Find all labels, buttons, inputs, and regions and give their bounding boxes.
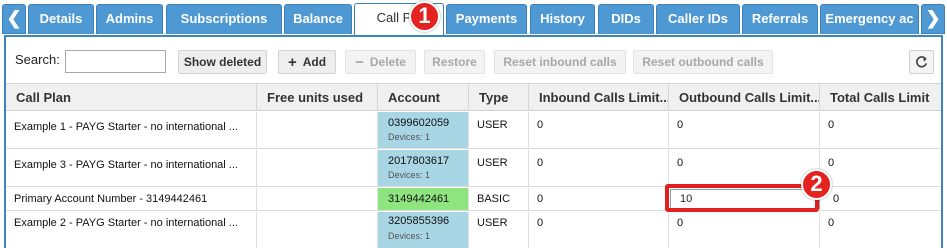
- column-header-free-units-used[interactable]: Free units used: [257, 84, 378, 111]
- outbound-limit-value: 0: [677, 119, 684, 131]
- outbound-limit-value: 0: [677, 157, 684, 169]
- inbound-limit-value: 0: [537, 157, 544, 169]
- tab-referrals[interactable]: Referrals: [742, 4, 818, 34]
- table-row[interactable]: Example 1 - PAYG Starter - no internatio…: [6, 112, 941, 149]
- type-value: USER: [477, 157, 508, 169]
- total-limit-cell[interactable]: 0: [820, 212, 941, 248]
- call-plan-name: Primary Account Number - 3149442461: [14, 193, 208, 205]
- total-limit-cell[interactable]: 0: [820, 188, 941, 210]
- total-limit-value: 0: [828, 119, 835, 131]
- free-units-cell: [257, 112, 378, 148]
- call-plan-cell: Example 1 - PAYG Starter - no internatio…: [6, 112, 257, 148]
- account-cell[interactable]: 3205855396 Devices: 1: [378, 212, 469, 248]
- free-units-cell: [257, 212, 378, 248]
- free-units-cell: [257, 150, 378, 186]
- account-number: 0399602059: [388, 117, 450, 129]
- type-cell: BASIC: [469, 188, 529, 210]
- inbound-limit-cell[interactable]: 0: [529, 112, 669, 148]
- delete-button-label: Delete: [369, 55, 406, 69]
- account-number: 3205855396: [388, 215, 450, 227]
- account-cell[interactable]: 2017803617 Devices: 1: [378, 150, 469, 186]
- inbound-limit-cell[interactable]: 0: [529, 150, 669, 186]
- tab-bar: ❮ Details Admins Subscriptions Balance C…: [0, 0, 947, 36]
- call-plans-grid: Call Plan Free units used Account Type I…: [6, 83, 941, 248]
- tab-scroll-left-icon[interactable]: ❮: [2, 4, 26, 34]
- account-cell[interactable]: 3149442461: [378, 188, 469, 210]
- call-plans-panel: Search: Show deleted + Add − Delete Restor…: [4, 35, 943, 248]
- total-limit-value: 0: [828, 217, 835, 229]
- table-row[interactable]: Example 2 - PAYG Starter - no internatio…: [6, 212, 941, 248]
- account-number: 2017803617: [388, 155, 450, 167]
- grid-header: Call Plan Free units used Account Type I…: [6, 84, 941, 111]
- search-label: Search:: [15, 52, 60, 67]
- delete-button[interactable]: − Delete: [345, 50, 416, 74]
- reset-outbound-calls-button[interactable]: Reset outbound calls: [633, 50, 773, 74]
- show-deleted-button[interactable]: Show deleted: [178, 50, 267, 74]
- callout-badge-2: 2: [801, 169, 832, 200]
- devices-count: Devices: 1: [388, 132, 431, 142]
- call-plan-name: Example 1 - PAYG Starter - no internatio…: [14, 121, 238, 133]
- outbound-limit-cell[interactable]: 0: [669, 112, 820, 148]
- outbound-limit-cell[interactable]: 0: [669, 150, 820, 186]
- tab-admins[interactable]: Admins: [96, 4, 163, 34]
- refresh-icon[interactable]: [909, 50, 934, 74]
- type-value: USER: [477, 119, 508, 131]
- tab-dids[interactable]: DIDs: [598, 4, 654, 34]
- add-button-label: Add: [302, 55, 327, 69]
- inbound-limit-value: 0: [537, 217, 544, 229]
- inbound-limit-cell[interactable]: 0: [529, 212, 669, 248]
- minus-icon: −: [355, 54, 364, 71]
- type-value: BASIC: [477, 193, 511, 205]
- call-plan-cell: Primary Account Number - 3149442461: [6, 188, 257, 210]
- tab-emergency-address[interactable]: Emergency ac: [820, 4, 919, 34]
- devices-count: Devices: 1: [388, 170, 431, 180]
- plus-icon: +: [287, 54, 297, 71]
- tab-balance[interactable]: Balance: [284, 4, 352, 34]
- tab-scroll-right-icon[interactable]: ❯: [921, 4, 945, 34]
- outbound-limit-cell[interactable]: 0: [669, 212, 820, 248]
- column-header-type[interactable]: Type: [469, 84, 529, 111]
- total-limit-value: 0: [833, 193, 840, 205]
- toolbar: Search: Show deleted + Add − Delete Restor…: [6, 45, 941, 74]
- type-cell: USER: [469, 112, 529, 148]
- add-button[interactable]: + Add: [278, 50, 336, 74]
- total-limit-value: 0: [828, 157, 835, 169]
- outbound-limit-value: 0: [677, 217, 684, 229]
- column-header-total-calls-limit[interactable]: Total Calls Limit: [820, 84, 941, 111]
- column-header-call-plan[interactable]: Call Plan: [6, 84, 257, 111]
- total-limit-cell[interactable]: 0: [820, 112, 941, 148]
- inbound-limit-value: 0: [537, 193, 544, 205]
- tab-payments[interactable]: Payments: [446, 4, 527, 34]
- type-cell: USER: [469, 150, 529, 186]
- column-header-inbound-calls-limit[interactable]: Inbound Calls Limit...: [529, 84, 669, 111]
- inbound-limit-cell[interactable]: 0: [529, 188, 669, 210]
- call-plan-cell: Example 3 - PAYG Starter - no internatio…: [6, 150, 257, 186]
- column-header-account[interactable]: Account: [378, 84, 469, 111]
- inbound-limit-value: 0: [537, 119, 544, 131]
- tab-caller-ids[interactable]: Caller IDs: [656, 4, 740, 34]
- account-cell[interactable]: 0399602059 Devices: 1: [378, 112, 469, 148]
- restore-button[interactable]: Restore: [424, 50, 485, 74]
- type-value: USER: [477, 217, 508, 229]
- tab-subscriptions[interactable]: Subscriptions: [166, 4, 282, 34]
- call-plan-name: Example 2 - PAYG Starter - no internatio…: [14, 217, 238, 229]
- type-cell: USER: [469, 212, 529, 248]
- devices-count: Devices: 1: [388, 231, 431, 241]
- call-plan-name: Example 3 - PAYG Starter - no internatio…: [14, 159, 238, 171]
- column-header-outbound-calls-limit[interactable]: Outbound Calls Limit...: [669, 84, 820, 111]
- reset-inbound-calls-button[interactable]: Reset inbound calls: [494, 50, 626, 74]
- free-units-cell: [257, 188, 378, 210]
- search-input[interactable]: [65, 50, 166, 73]
- outbound-limit-highlight: [665, 184, 819, 212]
- tab-details[interactable]: Details: [28, 4, 94, 34]
- tab-history[interactable]: History: [530, 4, 595, 34]
- total-limit-cell[interactable]: 0: [820, 150, 941, 186]
- callout-badge-1: 1: [409, 1, 440, 32]
- call-plan-cell: Example 2 - PAYG Starter - no internatio…: [6, 212, 257, 248]
- account-number: 3149442461: [388, 193, 450, 205]
